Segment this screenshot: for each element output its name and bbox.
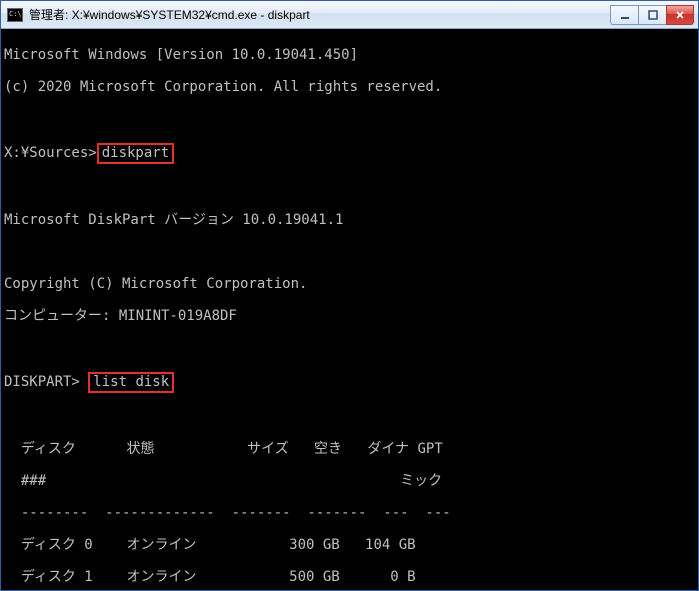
window-title: 管理者: X:¥windows¥SYSTEM32¥cmd.exe - diskp… [29,6,610,23]
table-separator: -------- ------------- ------- ------- -… [4,505,695,521]
minimize-icon [620,10,630,20]
cmd-window: 管理者: X:¥windows¥SYSTEM32¥cmd.exe - diskp… [0,0,699,591]
output-line: (c) 2020 Microsoft Corporation. All righ… [4,79,695,95]
terminal-output[interactable]: Microsoft Windows [Version 10.0.19041.45… [1,29,698,590]
cmd-highlight-listdisk: list disk [88,372,174,393]
output-line: Microsoft Windows [Version 10.0.19041.45… [4,47,695,63]
cmd-icon [7,8,23,22]
window-buttons [610,5,694,25]
table-row: ディスク 0 オンライン 300 GB 104 GB [4,537,695,553]
maximize-button[interactable] [638,5,666,25]
output-line: Copyright (C) Microsoft Corporation. [4,276,695,292]
minimize-button[interactable] [610,5,638,25]
prompt: X:¥Sources> [4,145,97,161]
cmd-highlight-diskpart: diskpart [97,143,174,164]
table-header: ### ミック [4,473,695,489]
output-line: コンピューター: MININT-019A8DF [4,308,695,324]
titlebar[interactable]: 管理者: X:¥windows¥SYSTEM32¥cmd.exe - diskp… [1,1,698,29]
table-row: ディスク 1 オンライン 500 GB 0 B [4,569,695,585]
table-header: ディスク 状態 サイズ 空き ダイナ GPT [4,441,695,457]
close-button[interactable] [666,5,694,25]
output-line: Microsoft DiskPart バージョン 10.0.19041.1 [4,212,695,228]
close-icon [675,10,685,20]
maximize-icon [648,10,658,20]
prompt: DISKPART> [4,374,88,390]
